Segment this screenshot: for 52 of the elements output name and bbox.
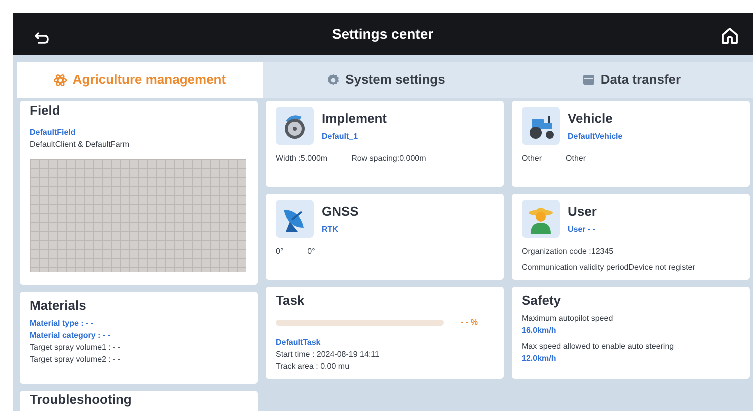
card-title: Materials — [30, 298, 88, 314]
materials-card[interactable]: Materials Material type : - - Material category : - - Target spray volume1 : - - Target spray volume2 : - - — [20, 292, 258, 384]
field-subtitle: DefaultClient & DefaultFarm — [30, 138, 131, 151]
info-text: Maximum autopilot speed — [522, 312, 614, 325]
info-text: Material category : - - — [30, 330, 112, 342]
info-text: Start time : 2024-08-19 14:11 — [276, 348, 380, 361]
info-text: Target spray volume1 : - - — [30, 342, 122, 354]
device-value: User - - — [568, 224, 597, 236]
progress-percent: - - % — [461, 316, 478, 329]
device-card[interactable]: Vehicle DefaultVehicle Other Other — [512, 101, 750, 187]
stat-text: 0° — [308, 246, 316, 258]
card-title: Field — [30, 103, 62, 119]
info-text: Material type : - - — [30, 318, 95, 330]
storage-icon — [582, 74, 595, 86]
card-title: Safety — [522, 293, 562, 309]
info-text: Track area : 0.00 mu — [276, 360, 351, 373]
settings-icon — [326, 74, 340, 86]
device-value: RTK — [322, 224, 340, 236]
speed-value: 16.0km/h — [522, 324, 558, 337]
card-title: Troubleshooting — [30, 393, 133, 408]
device-card[interactable]: User User - - Organization code :12345 Communication validity periodDevice not register — [512, 194, 750, 280]
device-value: Default_1 — [322, 130, 360, 143]
stat-text: 0° — [276, 246, 284, 258]
info-text: Target spray volume2 : - - — [30, 354, 122, 366]
tab[interactable]: System settings — [263, 62, 509, 98]
stat-text: Other — [522, 153, 542, 165]
stat-text: Width :5.000m — [276, 153, 328, 165]
home-icon — [721, 26, 739, 45]
stat-text: Other — [566, 153, 586, 165]
card-title: GNSS — [322, 204, 359, 220]
card-title: Task — [276, 293, 306, 309]
card-title: Vehicle — [568, 111, 614, 127]
field-name: DefaultField — [30, 126, 77, 139]
device-value: DefaultVehicle — [568, 130, 623, 143]
info-text: Communication validity periodDevice not register — [522, 262, 696, 274]
card-title: Implement — [322, 111, 388, 127]
device-card[interactable]: GNSS RTK 0° 0° — [266, 194, 504, 280]
stat-text: Row spacing:0.000m — [352, 153, 426, 165]
task-card[interactable]: Task - - % DefaultTask Start time : 2024-08-19 14:11 Track area : 0.00 mu — [266, 287, 504, 379]
field-card[interactable]: Field DefaultField DefaultClient & DefaultFarm — [20, 101, 258, 285]
tab[interactable]: Data transfer — [509, 62, 753, 98]
atom-icon — [54, 74, 67, 86]
info-text: Organization code :12345 — [522, 246, 615, 258]
back-icon — [35, 32, 49, 44]
info-text: Max speed allowed to enable auto steering — [522, 340, 676, 353]
safety-card[interactable]: Safety Maximum autopilot speed 16.0km/h Max speed allowed to enable auto steering 12.0km/h — [512, 287, 750, 379]
task-name: DefaultTask — [276, 336, 322, 349]
troubleshooting-card[interactable]: Troubleshooting — [20, 391, 258, 411]
window-title: Settings center — [332, 24, 434, 44]
card-title: User — [568, 204, 597, 220]
speed-value: 12.0km/h — [522, 352, 558, 365]
device-card[interactable]: Implement Default_1 Width :5.000m Row spacing:0.000m — [266, 101, 504, 187]
